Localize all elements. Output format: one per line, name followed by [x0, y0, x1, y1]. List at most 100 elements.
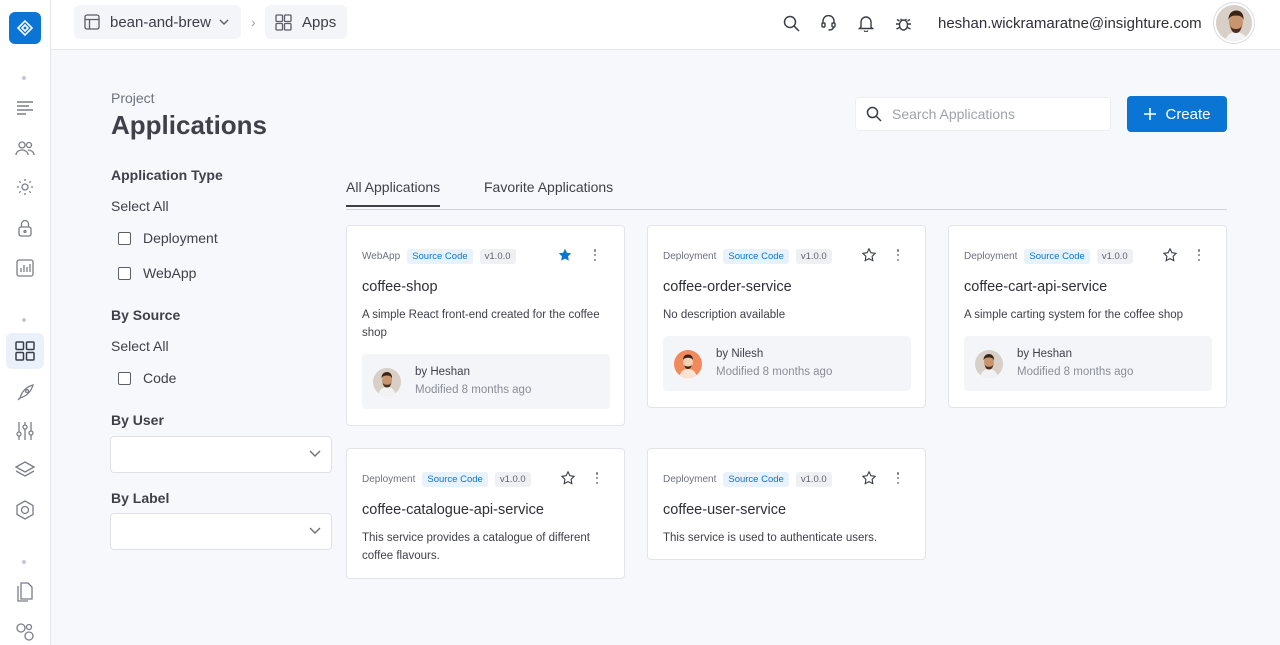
apps-grid-icon[interactable] [6, 333, 44, 369]
card-meta: Deployment Source Code v1.0.0 [663, 472, 832, 487]
apps-breadcrumb-label: Apps [302, 13, 337, 31]
analytics-chart-icon[interactable] [13, 256, 37, 280]
apps-grid-icon [275, 13, 292, 31]
app-name[interactable]: coffee-cart-api-service [964, 279, 1107, 295]
nav-separator-dot [22, 318, 26, 322]
checkbox-box[interactable] [118, 266, 131, 280]
modified-time: Modified 8 months ago [716, 366, 833, 378]
version-badge: v1.0.0 [795, 472, 832, 487]
user-select[interactable] [110, 436, 332, 473]
nav-separator-dot [22, 560, 26, 564]
owner-avatar [975, 350, 1003, 378]
project-label: Project [111, 90, 155, 106]
apps-breadcrumb[interactable]: Apps [265, 5, 347, 39]
app-description: No description available [663, 309, 786, 321]
checkbox-box[interactable] [118, 231, 131, 245]
app-card-coffee-cart-api-service[interactable]: Deployment Source Code v1.0.0 coffee-car… [948, 225, 1227, 408]
card-meta: Deployment Source Code v1.0.0 [362, 472, 531, 487]
plus-icon [1144, 108, 1157, 120]
app-name[interactable]: coffee-user-service [663, 502, 786, 518]
rocket-icon[interactable] [13, 381, 37, 405]
project-breadcrumb[interactable]: bean-and-brew [74, 5, 241, 39]
more-options-icon[interactable] [589, 247, 601, 263]
layers-icon[interactable] [13, 458, 37, 482]
breadcrumb-separator-icon: › [251, 14, 256, 30]
app-card-coffee-shop[interactable]: WebApp Source Code v1.0.0 coffee-shop A … [346, 225, 625, 426]
tab-all-applications[interactable]: All Applications [346, 179, 441, 207]
version-badge: v1.0.0 [795, 249, 832, 264]
app-card-coffee-catalogue-api-service[interactable]: Deployment Source Code v1.0.0 coffee-cat… [346, 448, 625, 579]
applications-tabs: All Applications Favorite Applications [346, 179, 1227, 210]
sliders-icon[interactable] [13, 419, 37, 443]
filter-code-checkbox[interactable]: Code [118, 370, 176, 386]
hexagon-shield-icon[interactable] [13, 498, 37, 522]
app-type-label: Deployment [362, 474, 416, 485]
menu-list-icon[interactable] [13, 96, 37, 120]
app-logo-icon[interactable] [9, 12, 41, 44]
owner-name: by Heshan [415, 366, 470, 378]
app-type-select-all[interactable]: Select All [111, 198, 169, 214]
app-description: A simple React front-end created for the… [362, 309, 600, 339]
documents-icon[interactable] [13, 580, 37, 604]
app-card-coffee-order-service[interactable]: Deployment Source Code v1.0.0 coffee-ord… [647, 225, 926, 408]
version-badge: v1.0.0 [494, 472, 531, 487]
support-agent-icon[interactable] [818, 13, 838, 33]
bug-report-icon[interactable] [893, 13, 913, 33]
filter-source-heading: By Source [111, 307, 181, 323]
source-badge: Source Code [1024, 249, 1090, 264]
version-badge: v1.0.0 [479, 249, 516, 264]
favorite-star-outline-icon[interactable] [862, 248, 876, 262]
favorite-star-filled-icon[interactable] [558, 248, 572, 262]
page-title: Applications [111, 110, 268, 140]
user-email[interactable]: heshan.wickramaratne@insighture.com [938, 15, 1202, 32]
filter-label-heading: By Label [111, 490, 170, 506]
search-applications[interactable] [855, 97, 1111, 131]
app-name[interactable]: coffee-shop [362, 279, 438, 295]
project-breadcrumb-label: bean-and-brew [110, 13, 211, 31]
more-options-icon[interactable] [1193, 247, 1205, 263]
owner-box: by Heshan Modified 8 months ago [362, 354, 610, 409]
chevron-down-icon [309, 450, 321, 457]
more-options-icon[interactable] [892, 247, 904, 263]
checkbox-label: Deployment [143, 230, 218, 246]
label-select[interactable] [110, 513, 332, 550]
user-avatar[interactable] [1214, 3, 1254, 43]
owner-box: by Nilesh Modified 8 months ago [663, 336, 911, 391]
search-icon[interactable] [781, 13, 801, 33]
app-name[interactable]: coffee-catalogue-api-service [362, 502, 544, 518]
favorite-star-outline-icon[interactable] [561, 471, 575, 485]
favorite-star-outline-icon[interactable] [1163, 248, 1177, 262]
chevron-down-icon [309, 527, 321, 534]
favorite-star-outline-icon[interactable] [862, 471, 876, 485]
tab-favorite-applications[interactable]: Favorite Applications [484, 179, 613, 205]
top-bar: bean-and-brew › Apps heshan.wickramaratn… [51, 0, 1280, 50]
card-meta: Deployment Source Code v1.0.0 [964, 249, 1133, 264]
filter-deployment-checkbox[interactable]: Deployment [118, 230, 218, 246]
more-options-icon[interactable] [892, 470, 904, 486]
search-input[interactable] [892, 106, 1092, 122]
owner-name: by Heshan [1017, 348, 1072, 360]
users-icon[interactable] [13, 136, 37, 160]
app-type-label: Deployment [663, 474, 717, 485]
source-badge: Source Code [723, 472, 789, 487]
source-badge: Source Code [723, 249, 789, 264]
filter-app-type-heading: Application Type [111, 167, 223, 183]
settings-gear-icon[interactable] [13, 175, 37, 199]
create-button[interactable]: Create [1127, 96, 1227, 132]
filter-webapp-checkbox[interactable]: WebApp [118, 265, 196, 281]
notification-bell-icon[interactable] [856, 13, 876, 33]
checkbox-label: WebApp [143, 265, 197, 281]
app-card-coffee-user-service[interactable]: Deployment Source Code v1.0.0 coffee-use… [647, 448, 926, 560]
more-options-icon[interactable] [591, 470, 603, 486]
app-name[interactable]: coffee-order-service [663, 279, 792, 295]
app-type-label: Deployment [663, 251, 717, 262]
lock-icon[interactable] [13, 216, 37, 240]
card-meta: Deployment Source Code v1.0.0 [663, 249, 832, 264]
source-select-all[interactable]: Select All [111, 338, 169, 354]
search-icon [866, 106, 882, 122]
app-description: This service provides a catalogue of dif… [362, 532, 590, 562]
source-badge: Source Code [407, 249, 473, 264]
integrations-circles-icon[interactable] [13, 620, 37, 644]
app-description: A simple carting system for the coffee s… [964, 309, 1184, 321]
checkbox-box[interactable] [118, 371, 131, 385]
